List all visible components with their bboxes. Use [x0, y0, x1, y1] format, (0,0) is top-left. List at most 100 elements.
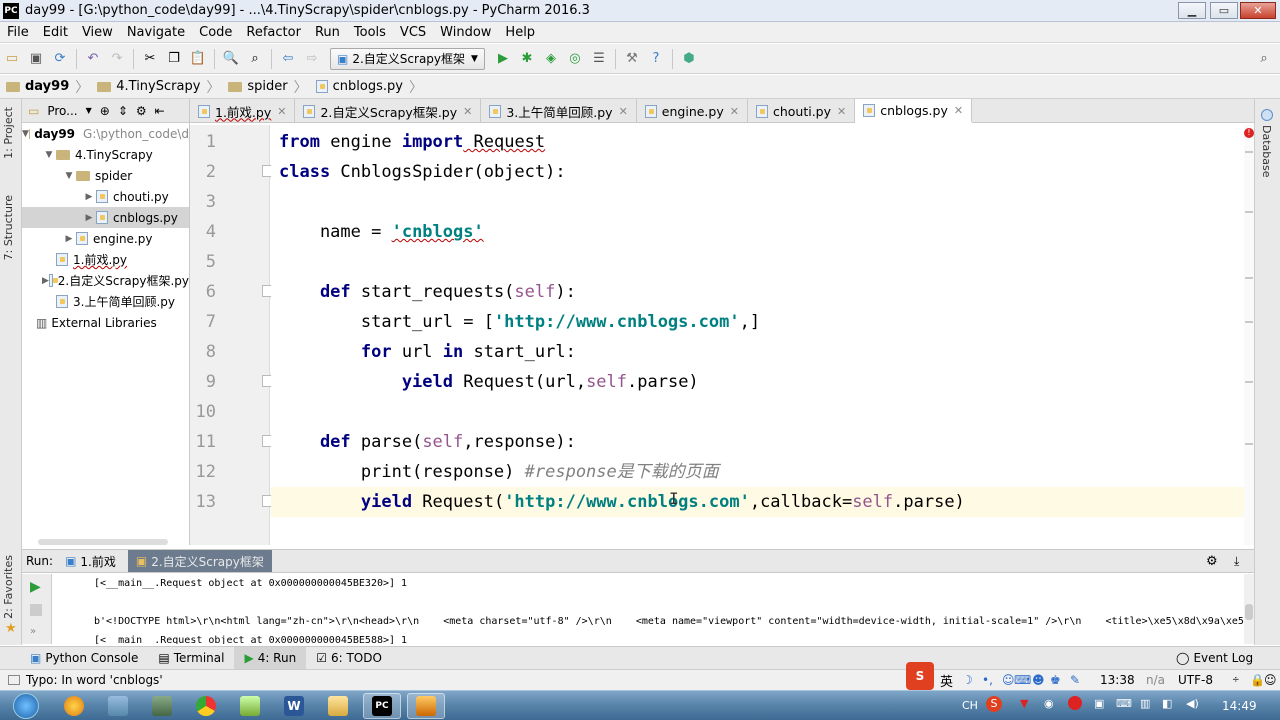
hide-panel-icon[interactable]: ⤓ [1234, 554, 1239, 569]
menu-code[interactable]: Code [192, 25, 239, 40]
breadcrumb-item-cnblogs[interactable]: cnblogs.py 〉 [315, 77, 429, 97]
console-scrollbar[interactable] [1244, 574, 1254, 644]
build-icon[interactable]: ☰ [590, 50, 608, 68]
taskbar-app-recorder[interactable] [407, 692, 445, 719]
tree-item[interactable]: 1.前戏.py [22, 249, 189, 270]
taskbar-app-tool[interactable] [99, 693, 137, 719]
editor-tab[interactable]: 3.上午简单回顾.py ✕ [481, 99, 637, 123]
close-tab-icon[interactable]: ✕ [837, 105, 846, 118]
menu-tools[interactable]: Tools [347, 25, 393, 40]
replace-icon[interactable]: ⌕ [246, 50, 264, 68]
expand-arrow-icon[interactable]: ▼ [22, 129, 29, 139]
ime-moon-icon[interactable]: ☽ [962, 673, 973, 687]
menu-run[interactable]: Run [308, 25, 347, 40]
panel-toggle-icon[interactable] [8, 675, 20, 685]
ime-punct-icon[interactable]: •, [982, 673, 993, 687]
stop-icon[interactable] [30, 604, 42, 616]
taskbar-app-chrome[interactable] [187, 693, 225, 719]
ime-keyboard-icon[interactable]: ⌨ [1014, 673, 1031, 687]
help-icon[interactable]: ? [647, 50, 665, 68]
find-icon[interactable]: 🔍 [222, 50, 240, 68]
copy-icon[interactable]: ❐ [165, 50, 183, 68]
sogou-ime-icon[interactable]: S [906, 662, 934, 690]
cut-icon[interactable]: ✂ [141, 50, 159, 68]
tree-item[interactable]: ▶ chouti.py [22, 186, 189, 207]
breadcrumb-item-day99[interactable]: day99 〉 [6, 77, 95, 97]
volume-icon[interactable]: ◀) [1186, 697, 1199, 710]
menu-edit[interactable]: Edit [36, 25, 75, 40]
run-configuration-select[interactable]: ▣ 2.自定义Scrapy框架 ▼ [330, 47, 485, 70]
undo-icon[interactable]: ↶ [84, 50, 102, 68]
start-button[interactable] [3, 692, 49, 719]
caret-position[interactable]: 13:38 [1100, 673, 1135, 687]
tree-item[interactable]: ▼ spider [22, 165, 189, 186]
sync-icon[interactable]: ⟳ [51, 50, 69, 68]
sogou-tray-icon[interactable]: S [986, 696, 1002, 712]
back-icon[interactable]: ⇦ [279, 50, 297, 68]
editor-tab[interactable]: cnblogs.py ✕ [855, 99, 973, 123]
collapse-icon[interactable]: ⇕ [118, 104, 128, 118]
network-icon[interactable]: ▥ [1140, 697, 1150, 710]
scroll-thumb[interactable] [1245, 604, 1253, 620]
gear-icon[interactable]: ⚙ [136, 104, 147, 118]
forward-icon[interactable]: ⇨ [303, 50, 321, 68]
collapse-arrow-icon[interactable]: ▶ [42, 276, 49, 286]
lock-icon[interactable]: 🔒 [1250, 673, 1265, 687]
redo-icon[interactable]: ↷ [108, 50, 126, 68]
ime-user-icon[interactable]: ☻ [1032, 673, 1045, 687]
editor-tab[interactable]: 2.自定义Scrapy框架.py ✕ [295, 99, 482, 123]
project-view-select[interactable]: Pro... [47, 104, 77, 118]
language-indicator[interactable]: CH [962, 699, 978, 712]
editor-tab[interactable]: engine.py ✕ [637, 99, 748, 123]
expand-arrow-icon[interactable]: ▼ [42, 150, 56, 160]
chevron-down-icon[interactable]: ▼ [86, 106, 92, 115]
record-icon[interactable] [1068, 696, 1082, 710]
menu-view[interactable]: View [75, 25, 120, 40]
tray-app-icon[interactable]: ⌨ [1116, 697, 1132, 710]
menu-help[interactable]: Help [498, 25, 542, 40]
collapse-arrow-icon[interactable]: ▶ [82, 192, 96, 202]
tray-app-icon[interactable]: ◧ [1162, 697, 1172, 710]
tree-item[interactable]: ▥ External Libraries [22, 312, 189, 333]
hide-icon[interactable]: ⇤ [155, 104, 165, 118]
search-everywhere-icon[interactable]: ⌕ [1255, 50, 1273, 68]
minimize-button[interactable]: ▁ [1178, 2, 1206, 19]
breadcrumb-item-tinyscrapy[interactable]: 4.TinyScrapy 〉 [97, 77, 226, 97]
tray-app-icon[interactable]: ◉ [1044, 697, 1054, 710]
close-button[interactable]: ✕ [1240, 2, 1276, 19]
tool-tab-python-console[interactable]: ▣ Python Console [20, 651, 148, 665]
settings-wrench-icon[interactable]: ⚒ [623, 50, 641, 68]
debug-icon[interactable]: ✱ [518, 50, 536, 68]
close-tab-icon[interactable]: ✕ [954, 104, 963, 117]
taskbar-app-word[interactable]: W [275, 693, 313, 719]
tool-tab-run[interactable]: ▶ 4: Run [234, 647, 307, 669]
rerun-icon[interactable]: ▶ [30, 579, 41, 595]
ime-smile-icon[interactable]: ☺ [1002, 673, 1015, 687]
coverage-icon[interactable]: ◈ [542, 50, 560, 68]
tool-tab-project[interactable]: 1: Project [2, 107, 15, 159]
tool-tab-event-log[interactable]: ◯ Event Log [1166, 651, 1263, 665]
ime-tool-icon[interactable]: ✎ [1070, 673, 1080, 687]
tree-item[interactable]: ▶ 2.自定义Scrapy框架.py [22, 270, 189, 291]
menu-vcs[interactable]: VCS [393, 25, 433, 40]
open-folder-icon[interactable]: ▭ [3, 50, 21, 68]
tree-item[interactable]: ▶ cnblogs.py [22, 207, 189, 228]
locate-icon[interactable]: ⊕ [100, 104, 110, 118]
gear-icon[interactable]: ⚙ [1206, 554, 1218, 569]
collapse-arrow-icon[interactable]: ▶ [82, 213, 96, 223]
maximize-button[interactable]: ▭ [1210, 2, 1238, 19]
tool-tab-terminal[interactable]: ▤ Terminal [148, 651, 234, 665]
expand-arrow-icon[interactable]: ▼ [62, 171, 76, 181]
taskbar-app-firefox[interactable] [55, 693, 93, 719]
menu-file[interactable]: File [0, 25, 36, 40]
taskbar-app-explorer[interactable] [319, 693, 357, 719]
close-tab-icon[interactable]: ✕ [463, 105, 472, 118]
code-editor[interactable]: from engine import Request class Cnblogs… [271, 125, 1254, 545]
tree-item[interactable]: ▼ 4.TinyScrapy [22, 144, 189, 165]
line-separator[interactable]: n/a [1146, 673, 1165, 687]
close-tab-icon[interactable]: ✕ [619, 105, 628, 118]
run-tab-1[interactable]: ▣ 1.前戏 [57, 550, 124, 572]
tool-tab-favorites[interactable]: 2: Favorites [2, 555, 15, 619]
save-all-icon[interactable]: ▣ [27, 50, 45, 68]
run-tab-2[interactable]: ▣ 2.自定义Scrapy框架 [127, 550, 272, 572]
